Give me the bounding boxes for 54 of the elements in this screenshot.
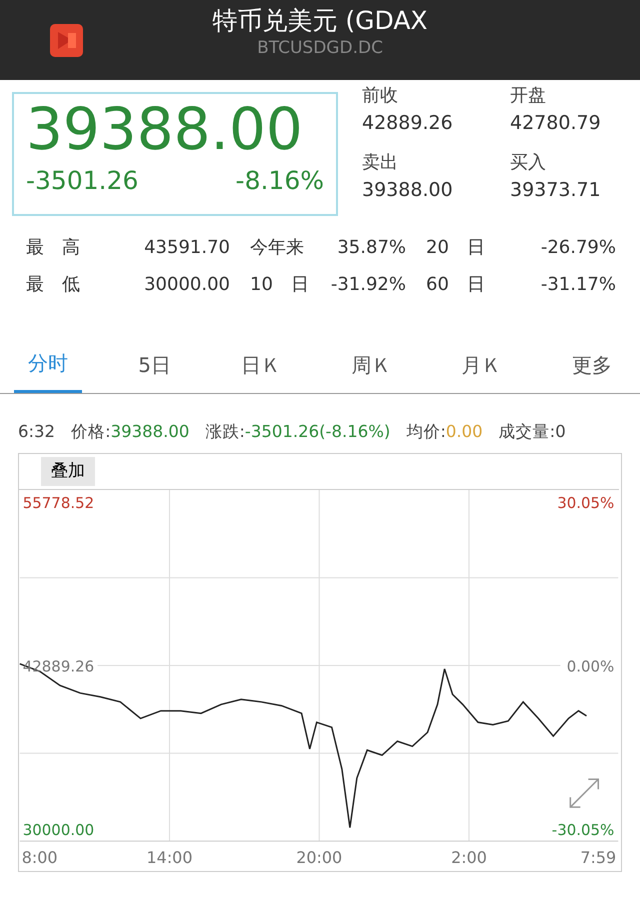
price-label: 价格: xyxy=(71,422,111,441)
stat-label: 今年来 xyxy=(250,237,304,258)
axis-label: 30.05% xyxy=(557,494,614,512)
symbol-code: BTCUSDGD.DC xyxy=(257,38,383,58)
axis-label: -30.05% xyxy=(552,821,614,840)
field-label: 前收 xyxy=(362,84,399,108)
price-value: 39388.00 xyxy=(110,422,190,441)
axis-label: 30000.00 xyxy=(22,821,94,840)
chart-tab[interactable]: 日Ｋ xyxy=(227,338,296,393)
axis-label: 0.00% xyxy=(566,658,614,676)
overlay-button[interactable]: 叠加 xyxy=(41,456,95,486)
stat-value: 35.87% xyxy=(337,237,406,258)
stat-label: 最 高 xyxy=(26,237,80,258)
field-label: 开盘 xyxy=(510,84,547,108)
axis-label: 55778.52 xyxy=(22,494,94,512)
field-value: 42889.26 xyxy=(362,111,454,136)
axis-label: 14:00 xyxy=(146,848,192,868)
stat-value: -26.79% xyxy=(540,237,616,258)
change-label: 涨跌: xyxy=(205,422,245,441)
time-label: 6:32 xyxy=(18,421,56,443)
volume-label: 成交量: xyxy=(498,422,556,441)
average-price-value: 0.00 xyxy=(446,422,483,441)
chart-tab[interactable]: 5日 xyxy=(124,338,185,393)
axis-label: 2:00 xyxy=(451,848,487,868)
axis-label: 8:00 xyxy=(22,848,58,868)
expand-icon[interactable] xyxy=(570,778,600,808)
stat-label: 10 日 xyxy=(250,274,309,295)
field-label: 买入 xyxy=(510,151,547,175)
app-icon[interactable] xyxy=(50,24,83,57)
stat-value: -31.17% xyxy=(540,274,616,295)
chart-tab[interactable]: 周Ｋ xyxy=(337,338,406,393)
chart-tab[interactable]: 分时 xyxy=(14,338,82,393)
axis-label: 42889.26 xyxy=(22,658,94,676)
change-value: -3501.26(-8.16%) xyxy=(244,422,390,441)
volume-value: 0 xyxy=(555,422,566,441)
screen-title: 特币兑美元 (GDAX xyxy=(212,6,428,35)
last-price: 39388.00 xyxy=(26,98,304,162)
price-change: -3501.26 xyxy=(26,164,138,197)
stat-value: 43591.70 xyxy=(144,237,230,258)
field-value: 42780.79 xyxy=(510,111,602,136)
field-value: 39388.00 xyxy=(362,178,454,203)
percent-change: -8.16% xyxy=(236,164,324,197)
field-value: 39373.71 xyxy=(510,178,602,203)
stat-label: 60 日 xyxy=(426,274,485,295)
stat-value: 30000.00 xyxy=(144,274,230,295)
chart-tab[interactable]: 更多 xyxy=(558,338,626,393)
axis-label: 7:59 xyxy=(580,848,616,868)
stat-label: 最 低 xyxy=(26,274,80,295)
field-label: 卖出 xyxy=(362,151,399,175)
average-price-label: 均价: xyxy=(406,422,446,441)
stat-value: -31.92% xyxy=(330,274,406,295)
axis-label: 20:00 xyxy=(296,848,342,868)
chart-tab[interactable]: 月Ｋ xyxy=(448,338,516,393)
stat-label: 20 日 xyxy=(426,237,485,258)
